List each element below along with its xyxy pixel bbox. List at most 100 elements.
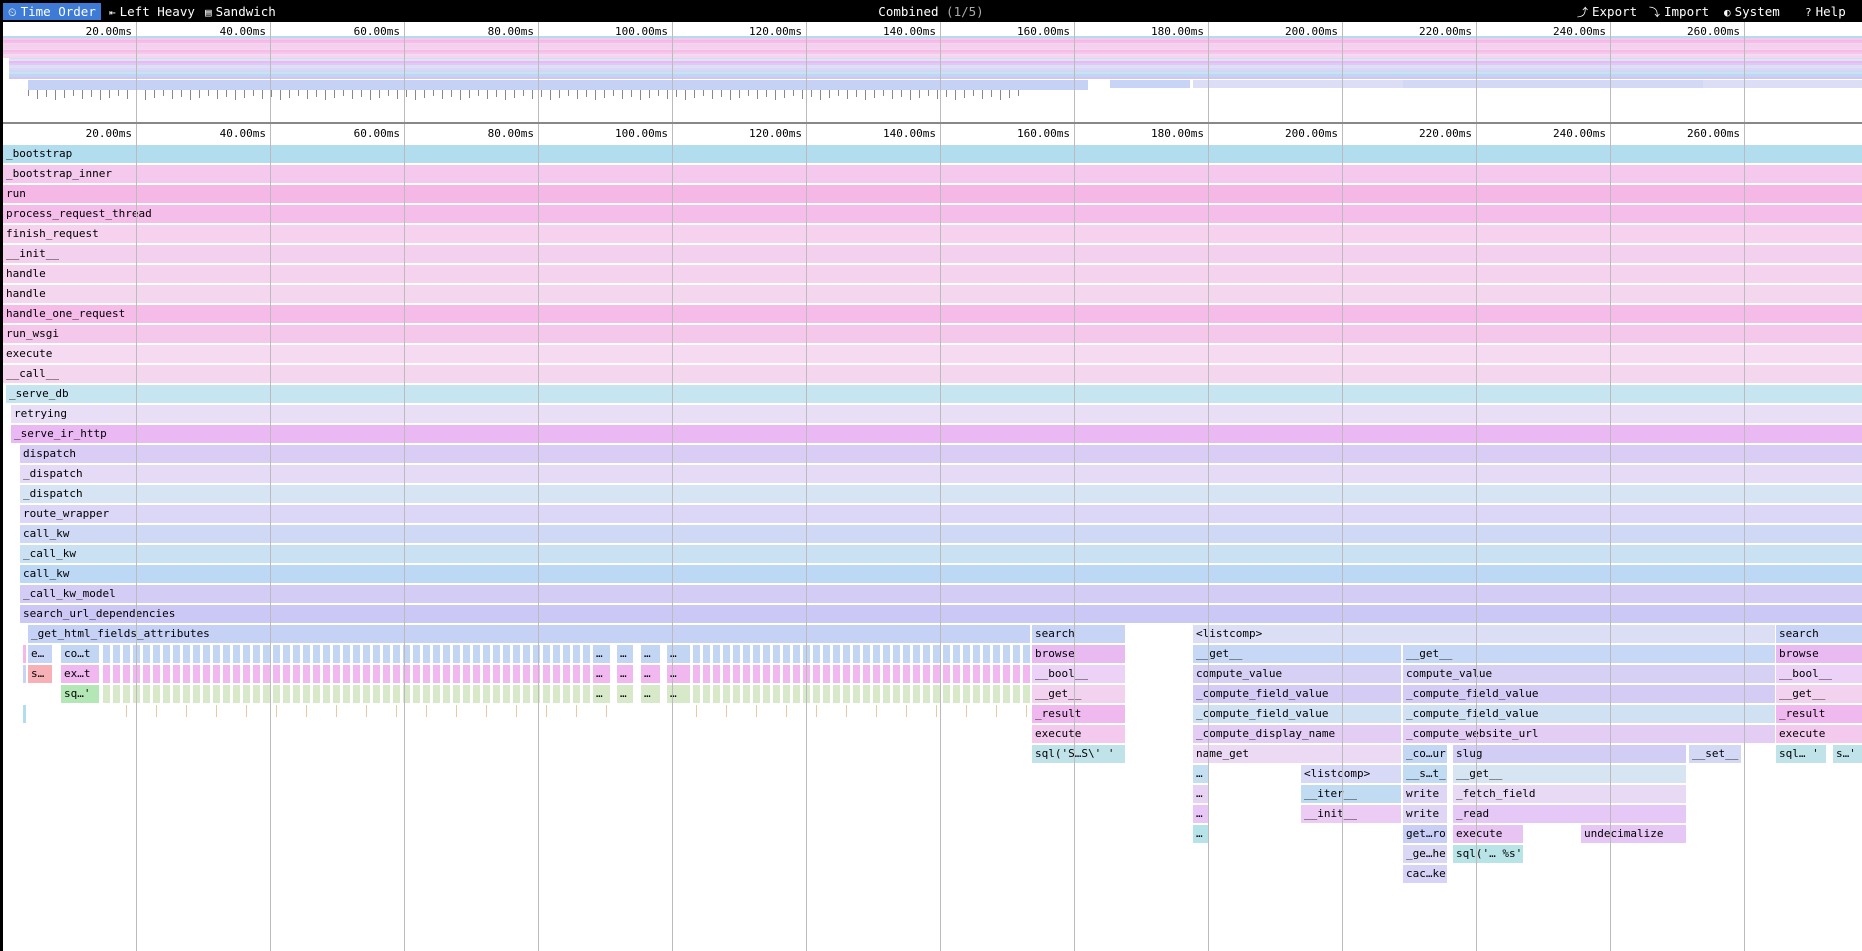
flame-frame[interactable]: s… xyxy=(28,665,52,683)
flame-frame[interactable]: _compute_field_value xyxy=(1193,705,1401,723)
flame-sample[interactable] xyxy=(103,665,110,683)
flame-frame[interactable]: <listcomp> xyxy=(1301,765,1401,783)
flame-frame[interactable]: … xyxy=(1193,805,1209,823)
flame-frame[interactable]: s…' xyxy=(1833,745,1862,763)
flame-sample[interactable] xyxy=(253,665,260,683)
flame-sample[interactable] xyxy=(493,645,500,663)
flame-sample[interactable] xyxy=(1023,645,1030,663)
flame-frame[interactable]: __call__ xyxy=(3,365,1862,383)
flame-sample[interactable] xyxy=(523,645,530,663)
flame-frame[interactable]: … xyxy=(1193,825,1209,843)
flame-sample[interactable] xyxy=(543,685,550,703)
flame-sample[interactable] xyxy=(203,665,210,683)
flame-sample[interactable] xyxy=(763,685,770,703)
flame-sample[interactable] xyxy=(363,645,370,663)
flame-sample[interactable] xyxy=(413,665,420,683)
flame-sample[interactable] xyxy=(273,685,280,703)
flame-sample[interactable] xyxy=(23,705,26,723)
flame-sample[interactable] xyxy=(313,685,320,703)
export-button[interactable]: ⤴ Export xyxy=(1572,3,1642,20)
flame-sample[interactable] xyxy=(353,645,360,663)
flame-frame[interactable]: browse xyxy=(1032,645,1125,663)
flame-sample[interactable] xyxy=(213,685,220,703)
flame-frame[interactable]: sql('S…S\' ' xyxy=(1032,745,1125,763)
flame-sample[interactable] xyxy=(263,645,270,663)
flame-sample[interactable] xyxy=(1013,665,1020,683)
flame-frame[interactable]: _compute_website_url xyxy=(1403,725,1775,743)
flame-sample[interactable] xyxy=(843,645,850,663)
flame-frame[interactable]: route_wrapper xyxy=(20,505,1862,523)
flame-sample[interactable] xyxy=(333,645,340,663)
flame-frame[interactable]: … xyxy=(667,665,683,683)
flame-sample[interactable] xyxy=(233,645,240,663)
flame-sample[interactable] xyxy=(363,665,370,683)
flame-sample[interactable] xyxy=(693,645,700,663)
flame-sample[interactable] xyxy=(543,665,550,683)
flame-frame[interactable]: _call_kw xyxy=(20,545,1862,563)
flame-frame[interactable]: _result xyxy=(1776,705,1862,723)
flame-sample[interactable] xyxy=(583,665,590,683)
flame-sample[interactable] xyxy=(953,665,960,683)
flame-sample[interactable] xyxy=(223,665,230,683)
flame-sample[interactable] xyxy=(153,665,160,683)
help-button[interactable]: ? Help xyxy=(1800,3,1851,20)
flame-sample[interactable] xyxy=(783,685,790,703)
flame-frame[interactable]: … xyxy=(667,685,683,703)
flame-sample[interactable] xyxy=(423,685,430,703)
flame-sample[interactable] xyxy=(893,665,900,683)
flame-frame[interactable]: __iter__ xyxy=(1301,785,1401,803)
flame-sample[interactable] xyxy=(733,665,740,683)
flame-sample[interactable] xyxy=(503,665,510,683)
tab-sandwich[interactable]: ▤ Sandwich xyxy=(200,3,281,20)
flame-frame[interactable]: _compute_field_value xyxy=(1403,685,1775,703)
flame-sample[interactable] xyxy=(683,645,690,663)
flame-sample[interactable] xyxy=(163,685,170,703)
flame-frame[interactable]: handle xyxy=(3,285,1862,303)
flame-sample[interactable] xyxy=(983,665,990,683)
flame-sample[interactable] xyxy=(873,685,880,703)
flame-sample[interactable] xyxy=(993,665,1000,683)
flame-sample[interactable] xyxy=(703,665,710,683)
flame-sample[interactable] xyxy=(183,665,190,683)
flame-sample[interactable] xyxy=(443,665,450,683)
flame-frame[interactable]: __get__ xyxy=(1193,645,1401,663)
flame-sample[interactable] xyxy=(953,645,960,663)
flame-sample[interactable] xyxy=(173,685,180,703)
flame-sample[interactable] xyxy=(453,685,460,703)
flame-sample[interactable] xyxy=(223,685,230,703)
flame-frame[interactable]: undecimalize xyxy=(1581,825,1686,843)
flame-sample[interactable] xyxy=(333,685,340,703)
flame-sample[interactable] xyxy=(853,685,860,703)
flame-frame[interactable]: … xyxy=(1193,785,1209,803)
flame-sample[interactable] xyxy=(553,685,560,703)
flame-sample[interactable] xyxy=(393,645,400,663)
flame-sample[interactable] xyxy=(293,685,300,703)
flame-sample[interactable] xyxy=(433,685,440,703)
flame-frame[interactable]: _compute_field_value xyxy=(1193,685,1401,703)
flame-sample[interactable] xyxy=(393,665,400,683)
flame-sample[interactable] xyxy=(793,685,800,703)
flame-frame[interactable]: _fetch_field xyxy=(1453,785,1686,803)
flame-sample[interactable] xyxy=(903,685,910,703)
flame-sample[interactable] xyxy=(473,685,480,703)
flame-sample[interactable] xyxy=(213,645,220,663)
flame-frame[interactable]: dispatch xyxy=(20,445,1862,463)
flame-sample[interactable] xyxy=(933,665,940,683)
flame-sample[interactable] xyxy=(313,665,320,683)
flame-sample[interactable] xyxy=(433,645,440,663)
flame-sample[interactable] xyxy=(493,685,500,703)
flame-frame[interactable]: __get__ xyxy=(1403,645,1775,663)
flame-sample[interactable] xyxy=(913,645,920,663)
flame-frame[interactable]: sq…' xyxy=(61,685,99,703)
flame-sample[interactable] xyxy=(173,645,180,663)
flame-frame[interactable]: _dispatch xyxy=(20,465,1862,483)
flame-sample[interactable] xyxy=(363,685,370,703)
flame-sample[interactable] xyxy=(1003,645,1010,663)
flame-sample[interactable] xyxy=(423,665,430,683)
flame-sample[interactable] xyxy=(193,645,200,663)
flame-sample[interactable] xyxy=(183,685,190,703)
flame-sample[interactable] xyxy=(443,645,450,663)
flame-sample[interactable] xyxy=(883,685,890,703)
flame-frame[interactable]: e… xyxy=(28,645,52,663)
flame-frame[interactable]: search xyxy=(1032,625,1125,643)
